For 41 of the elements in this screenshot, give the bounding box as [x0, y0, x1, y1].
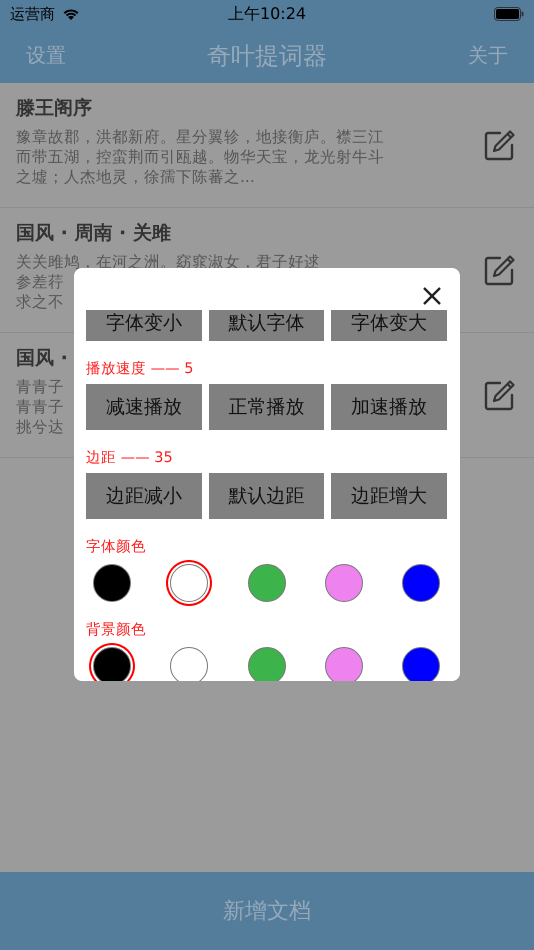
document-preview-line: 而带五湖，控蛮荆而引瓯越。物华天宝，龙光射牛斗 — [16, 147, 384, 167]
document-title[interactable]: 滕王阁序 — [16, 95, 92, 121]
option-button[interactable]: 字体变大 — [331, 310, 447, 341]
color-swatch[interactable] — [402, 647, 440, 681]
option-button[interactable]: 边距减小 — [86, 473, 202, 519]
option-button[interactable]: 字体变小 — [86, 310, 202, 341]
document-preview-line: 青青子 — [16, 397, 64, 417]
edit-icon[interactable] — [484, 379, 516, 411]
wifi-icon — [61, 7, 81, 21]
color-swatch[interactable] — [248, 564, 286, 602]
battery-icon — [494, 7, 524, 21]
option-button[interactable]: 默认边距 — [208, 473, 324, 519]
color-swatch[interactable] — [324, 647, 363, 681]
color-swatch[interactable] — [170, 647, 208, 681]
color-swatch[interactable] — [324, 564, 363, 602]
document-preview-line: 挑兮达 — [16, 417, 64, 437]
carrier-name: 运营商 — [10, 4, 55, 24]
document-title[interactable]: 国风 · — [16, 345, 68, 371]
close-icon[interactable] — [422, 286, 442, 306]
option-button[interactable]: 默认字体 — [208, 310, 324, 341]
section-label: 字体颜色 — [86, 538, 146, 556]
option-button[interactable]: 边距增大 — [331, 473, 447, 519]
option-button[interactable]: 减速播放 — [86, 384, 202, 430]
color-swatch[interactable] — [402, 564, 440, 602]
document-preview-line: 青青子 — [16, 377, 64, 397]
section-label: 边距 —— 35 — [86, 449, 173, 467]
edit-icon[interactable] — [484, 254, 516, 286]
color-swatch[interactable] — [248, 647, 286, 681]
edit-icon[interactable] — [484, 129, 516, 161]
app-title: 奇叶提词器 — [207, 40, 327, 72]
section-label: 播放速度 —— 5 — [86, 360, 194, 378]
color-swatch[interactable] — [93, 564, 131, 602]
document-preview-line: 豫章故郡，洪都新府。星分翼轸，地接衡庐。襟三江 — [16, 127, 384, 147]
option-button[interactable]: 加速播放 — [331, 384, 447, 430]
document-preview-line: 参差荇 — [16, 272, 64, 292]
option-button[interactable]: 正常播放 — [208, 384, 324, 430]
clock-time: 上午10:24 — [228, 4, 306, 24]
document-title[interactable]: 国风 · 周南 · 关雎 — [16, 220, 171, 246]
document-preview-line: 求之不 — [16, 292, 64, 312]
document-preview-line: 之墟；人杰地灵，徐孺下陈蕃之... — [16, 167, 255, 187]
section-label: 背景颜色 — [86, 621, 146, 639]
